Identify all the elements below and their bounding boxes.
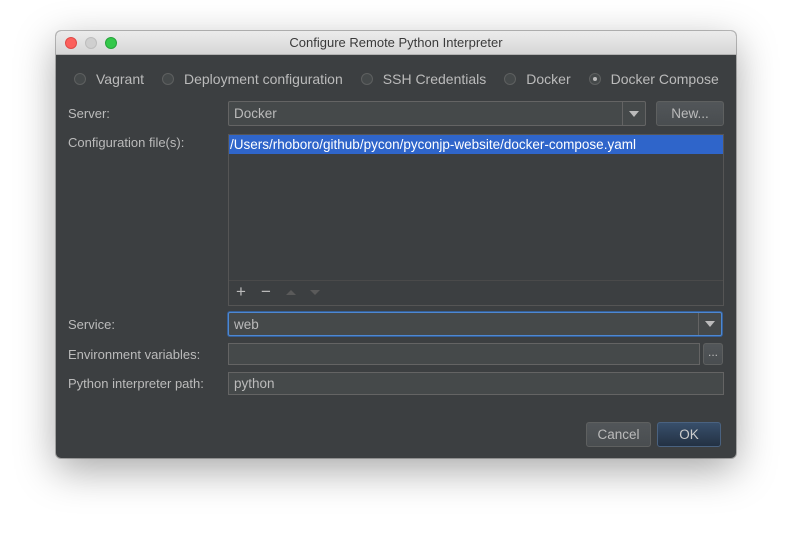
- service-label: Service:: [68, 317, 115, 332]
- server-label: Server:: [68, 106, 110, 121]
- interpreter-path-field[interactable]: python: [228, 372, 724, 395]
- interpreter-type-group: Vagrant Deployment configuration SSH Cre…: [74, 69, 736, 89]
- radio-button-icon[interactable]: [162, 73, 174, 85]
- radio-label: Docker: [526, 71, 571, 87]
- env-vars-field[interactable]: [228, 343, 700, 365]
- server-dropdown[interactable]: Docker: [228, 101, 646, 126]
- service-value: web: [234, 317, 259, 332]
- radio-label: Deployment configuration: [184, 71, 343, 87]
- new-server-button[interactable]: New...: [656, 101, 724, 126]
- dialog-window: Configure Remote Python Interpreter Vagr…: [56, 31, 736, 458]
- radio-button-icon[interactable]: [74, 73, 86, 85]
- window-title: Configure Remote Python Interpreter: [289, 35, 503, 50]
- radio-label: SSH Credentials: [382, 71, 487, 87]
- browse-env-vars-button[interactable]: ...: [703, 343, 723, 365]
- remove-icon[interactable]: −: [257, 283, 275, 301]
- dropdown-arrow[interactable]: [622, 102, 645, 125]
- list-item[interactable]: /Users/rhoboro/github/pycon/pyconjp-webs…: [229, 135, 723, 154]
- move-down-icon[interactable]: [306, 283, 324, 301]
- radio-docker-compose[interactable]: Docker Compose: [588, 71, 719, 87]
- radio-button-icon[interactable]: [360, 73, 373, 85]
- config-files-label: Configuration file(s):: [68, 135, 185, 150]
- list-toolbar: + −: [229, 280, 723, 305]
- config-files-list[interactable]: /Users/rhoboro/github/pycon/pyconjp-webs…: [228, 134, 724, 306]
- radio-button-icon[interactable]: [504, 73, 517, 85]
- radio-deployment-configuration[interactable]: Deployment configuration: [162, 71, 343, 87]
- radio-label: Vagrant: [96, 71, 144, 87]
- move-up-icon[interactable]: [282, 283, 300, 301]
- interpreter-path-label: Python interpreter path:: [68, 376, 204, 391]
- chevron-down-icon: [705, 321, 715, 327]
- add-icon[interactable]: +: [232, 283, 250, 301]
- radio-docker[interactable]: Docker: [504, 71, 571, 87]
- radio-vagrant[interactable]: Vagrant: [74, 71, 144, 87]
- dropdown-arrow[interactable]: [698, 313, 721, 335]
- radio-button-checked-icon[interactable]: [588, 73, 601, 85]
- radio-ssh-credentials[interactable]: SSH Credentials: [360, 71, 487, 87]
- env-vars-label: Environment variables:: [68, 347, 201, 362]
- chevron-down-icon: [629, 110, 639, 117]
- ok-button[interactable]: OK: [657, 422, 721, 447]
- server-value: Docker: [234, 106, 277, 121]
- service-dropdown[interactable]: web: [228, 312, 722, 336]
- radio-label: Docker Compose: [610, 71, 719, 87]
- title-bar: Configure Remote Python Interpreter: [56, 31, 736, 55]
- cancel-button[interactable]: Cancel: [586, 422, 651, 447]
